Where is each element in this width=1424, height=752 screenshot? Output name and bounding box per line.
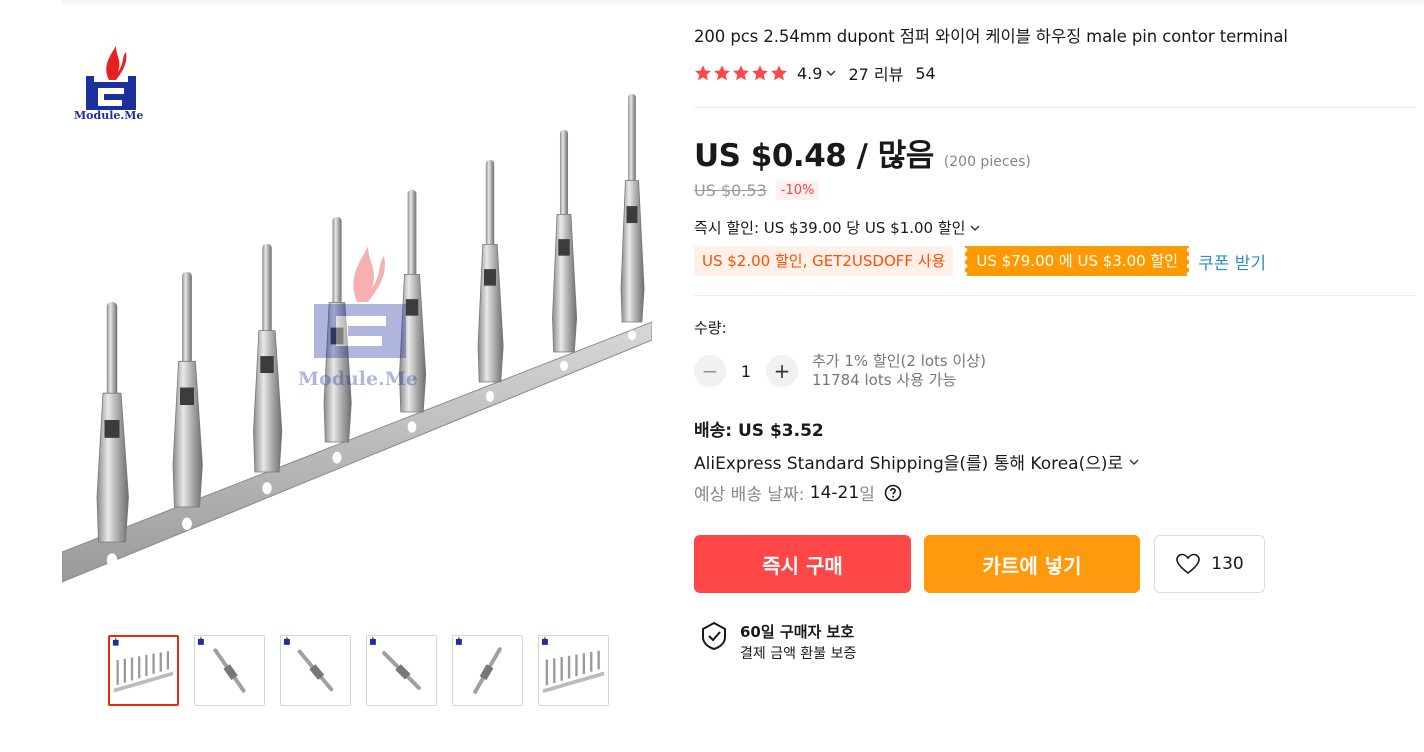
protection-title: 60일 구매자 보호 (740, 623, 855, 641)
thumbnail-6[interactable] (538, 635, 609, 706)
bulk-discount-note: 추가 1% 할인(2 lots 이상) (812, 352, 986, 370)
watermark-text: Module.Me (298, 368, 418, 390)
chevron-down-icon[interactable] (1129, 457, 1139, 467)
quantity-plus-button[interactable]: + (766, 355, 798, 387)
module-me-logo (86, 46, 136, 110)
rating-row: 4.9 27 리뷰 54 (694, 57, 1416, 89)
thumbnail-strip (108, 635, 609, 706)
star-icon (695, 65, 711, 81)
action-buttons: 즉시 구매 카트에 넣기 130 (694, 535, 1416, 593)
shipping-method[interactable]: AliExpress Standard Shipping을(를) 통해 Kore… (694, 449, 1416, 474)
stock-note: 11784 lots 사용 가능 (812, 371, 957, 389)
star-icon (733, 65, 749, 81)
heart-icon (1176, 553, 1201, 575)
thumbnail-5[interactable] (452, 635, 523, 706)
coupon-code-badge[interactable]: US $2.00 할인, GET2USDOFF 사용 (694, 246, 954, 276)
quantity-label: 수량: (694, 319, 727, 337)
star-icon (752, 65, 768, 81)
main-product-image[interactable]: Module.Me Module.Me (62, 22, 652, 612)
thumbnail-3[interactable] (280, 635, 351, 706)
thumbnail-4[interactable] (366, 635, 437, 706)
price-row: US $0.48 / 많음 (200 pieces) (694, 130, 1416, 175)
add-to-cart-button[interactable]: 카트에 넣기 (924, 535, 1140, 593)
chevron-down-icon[interactable] (970, 223, 980, 233)
wishlist-button[interactable]: 130 (1154, 535, 1265, 593)
help-icon[interactable] (884, 484, 902, 502)
discount-badge: -10% (775, 181, 820, 200)
logo-text: Module.Me (74, 109, 143, 122)
top-border (62, 0, 1424, 6)
star-icon (771, 65, 787, 81)
delivery-days: 14-21 (809, 482, 860, 503)
delivery-label: 예상 배송 날짜: (694, 485, 805, 505)
instant-discount-text: 즉시 할인: US $39.00 당 US $1.00 할인 (694, 219, 966, 237)
pieces-note: (200 pieces) (943, 154, 1031, 170)
coupon-row: US $2.00 할인, GET2USDOFF 사용 US $79.00 에 U… (694, 246, 1416, 276)
instant-discount[interactable]: 즉시 할인: US $39.00 당 US $1.00 할인 (694, 217, 1416, 238)
protection-subtitle: 결제 금액 환불 보증 (740, 646, 857, 662)
original-price-row: US $0.53 -10% (694, 181, 1416, 200)
shield-check-icon (702, 621, 726, 651)
delivery-unit: 일 (859, 485, 875, 505)
chevron-down-icon[interactable] (826, 68, 836, 78)
quantity-input[interactable]: 1 (726, 362, 766, 381)
thumbnail-2[interactable] (194, 635, 265, 706)
buyer-protection: 60일 구매자 보호 결제 금액 환불 보증 (700, 621, 1416, 663)
get-coupon-link[interactable]: 쿠폰 받기 (1198, 249, 1266, 274)
rating-value[interactable]: 4.9 (797, 64, 822, 83)
original-price: US $0.53 (694, 181, 767, 200)
product-info: 200 pcs 2.54mm dupont 점퍼 와이어 케이블 하우징 mal… (694, 22, 1416, 663)
rating-stars (694, 64, 788, 82)
wishlist-count: 130 (1211, 554, 1244, 574)
delivery-estimate: 예상 배송 날짜: 14-21 일 (694, 480, 1416, 505)
coupon-threshold-badge[interactable]: US $79.00 에 US $3.00 할인 (965, 246, 1190, 276)
buy-now-button[interactable]: 즉시 구매 (694, 535, 911, 593)
orders-count: 54 (915, 63, 936, 83)
divider (694, 107, 1416, 108)
shipping-price: 배송: US $3.52 (694, 421, 824, 441)
divider (694, 295, 1416, 296)
quantity-minus-button[interactable]: − (694, 355, 726, 387)
quantity-notes: 추가 1% 할인(2 lots 이상) 11784 lots 사용 가능 (812, 352, 986, 390)
quantity-stepper: − 1 + 추가 1% 할인(2 lots 이상) 11784 lots 사용 … (694, 352, 1416, 390)
star-icon (714, 65, 730, 81)
thumbnail-1[interactable] (108, 635, 179, 706)
shipping-method-text: AliExpress Standard Shipping을(를) 통해 Kore… (694, 454, 1124, 474)
reviews-link[interactable]: 27 리뷰 (848, 61, 903, 85)
current-price: US $0.48 / 많음 (694, 138, 934, 174)
product-title: 200 pcs 2.54mm dupont 점퍼 와이어 케이블 하우징 mal… (694, 27, 1288, 46)
